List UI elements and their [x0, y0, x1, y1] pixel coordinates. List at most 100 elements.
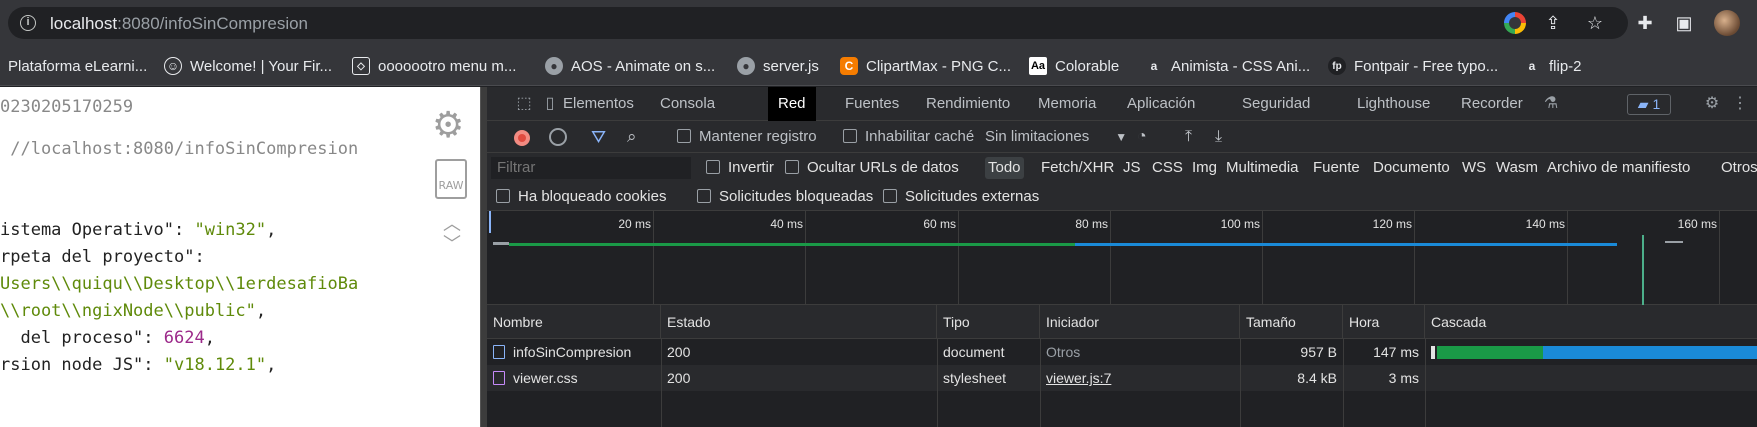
blocked-requests-checkbox[interactable]: Solicitudes bloqueadas: [694, 186, 876, 208]
bookmark-item[interactable]: ● server.js: [737, 46, 819, 86]
col-header-tipo[interactable]: Tipo: [937, 305, 1040, 339]
col-header-tamano[interactable]: Tamaño: [1240, 305, 1343, 339]
preserve-log-checkbox[interactable]: Mantener registro: [677, 126, 817, 148]
tab-fuentes[interactable]: Fuentes: [835, 87, 909, 121]
smiley-icon: ☺: [164, 57, 182, 75]
record-icon[interactable]: [514, 130, 530, 146]
filter-input[interactable]: [491, 157, 691, 179]
checkbox-box: [697, 189, 711, 203]
col-header-nombre[interactable]: Nombre: [487, 305, 661, 339]
load-event-marker: [1642, 235, 1644, 305]
col-header-estado[interactable]: Estado: [661, 305, 937, 339]
flask-icon: ⚗: [1543, 95, 1559, 112]
tick-line: [653, 211, 654, 305]
request-filters-row: Ha bloqueado cookies Solicitudes bloquea…: [487, 183, 1757, 211]
bookmark-item[interactable]: a Animista - CSS Ani...: [1145, 46, 1311, 86]
json-token: istema Operativo":: [0, 220, 195, 240]
share-icon[interactable]: ⇪: [1542, 12, 1564, 34]
bookmark-item[interactable]: ◇ ooooootro menu m...: [352, 46, 516, 86]
filter-type-documento[interactable]: Documento: [1370, 157, 1453, 179]
chat-icon: ▰: [1637, 96, 1649, 112]
waterfall-queue: [1431, 346, 1435, 359]
tab-consola[interactable]: Consola: [650, 87, 725, 121]
bookmark-item[interactable]: a flip-2: [1523, 46, 1582, 86]
tab-aplicacion[interactable]: Aplicación: [1117, 87, 1205, 121]
filter-type-manifest[interactable]: Archivo de manifiesto: [1544, 157, 1693, 179]
sidepanel-icon[interactable]: ▣: [1673, 12, 1695, 34]
inspect-icon[interactable]: ⬚: [513, 93, 535, 115]
bookmark-item[interactable]: ☺ Welcome! | Your Fir...: [164, 46, 332, 86]
tab-rendimiento[interactable]: Rendimiento: [916, 87, 1020, 121]
filter-icon[interactable]: ⛛: [591, 126, 606, 148]
table-row[interactable]: infoSinCompresion 200 document Otros 957…: [487, 339, 1757, 365]
tab-lighthouse[interactable]: Lighthouse: [1347, 87, 1440, 121]
chevron-down-icon[interactable]: ﹀: [440, 235, 464, 253]
filter-type-todo[interactable]: Todo: [985, 157, 1024, 179]
json-token: ,: [204, 328, 215, 348]
download-icon[interactable]: ⤓: [1215, 126, 1222, 148]
network-overview-timeline[interactable]: 20 ms 40 ms 60 ms 80 ms 100 ms 120 ms 14…: [487, 211, 1757, 305]
bookmark-item[interactable]: Aa Colorable: [1029, 46, 1119, 86]
filter-type-fetch[interactable]: Fetch/XHR: [1038, 157, 1117, 179]
chevron-up-icon[interactable]: ︿: [440, 215, 464, 233]
tab-seguridad[interactable]: Seguridad: [1232, 87, 1320, 121]
gear-icon[interactable]: ⚙: [432, 107, 468, 143]
table-row[interactable]: viewer.css 200 stylesheet viewer.js:7 8.…: [487, 365, 1757, 391]
bookmark-item[interactable]: ● AOS - Animate on s...: [545, 46, 715, 86]
tab-elementos[interactable]: Elementos: [553, 87, 644, 121]
avatar[interactable]: [1714, 10, 1740, 36]
tick-line: [1262, 211, 1263, 305]
clear-icon[interactable]: [549, 128, 567, 146]
tab-recorder[interactable]: Recorder: [1451, 87, 1533, 121]
filter-type-fuente[interactable]: Fuente: [1310, 157, 1363, 179]
gear-icon[interactable]: ⚙: [1701, 93, 1723, 115]
upload-icon[interactable]: ⤒: [1185, 126, 1192, 148]
filter-type-js[interactable]: JS: [1120, 157, 1144, 179]
tab-red[interactable]: Red: [768, 87, 816, 121]
bookmark-label: server.js: [763, 57, 819, 75]
column-divider: [937, 339, 938, 427]
url-text[interactable]: localhost:8080/infoSinCompresion: [50, 14, 308, 34]
url-host: localhost: [50, 14, 118, 33]
filter-type-multimedia[interactable]: Multimedia: [1223, 157, 1302, 179]
bookmark-item[interactable]: fp Fontpair - Free typo...: [1328, 46, 1498, 86]
google-icon[interactable]: [1504, 12, 1526, 34]
blocked-cookies-checkbox[interactable]: Ha bloqueado cookies: [493, 186, 669, 208]
filter-type-css[interactable]: CSS: [1149, 157, 1186, 179]
network-conditions-icon[interactable]: ◔: [1137, 126, 1147, 148]
json-token: ,: [266, 355, 277, 375]
extensions-icon[interactable]: ✚: [1634, 12, 1656, 34]
timeline-small-bar: [1665, 241, 1683, 243]
col-header-hora[interactable]: Hora: [1343, 305, 1425, 339]
col-header-iniciador[interactable]: Iniciador: [1040, 305, 1240, 339]
json-token: 6624: [163, 328, 205, 348]
issues-badge[interactable]: ▰ 1: [1627, 94, 1671, 115]
hide-data-urls-checkbox[interactable]: Ocultar URLs de datos: [782, 157, 962, 179]
json-token: Users\\quiqu\\Desktop\\1erdesafioBa: [0, 274, 359, 294]
pane-resizer[interactable]: [480, 87, 487, 427]
search-icon[interactable]: ⌕: [627, 126, 637, 148]
tick-line: [1414, 211, 1415, 305]
bookmark-item[interactable]: Plataforma eLearni...: [8, 46, 147, 86]
third-party-requests-checkbox[interactable]: Solicitudes externas: [880, 186, 1042, 208]
tab-memoria[interactable]: Memoria: [1028, 87, 1106, 121]
raw-button[interactable]: RAW: [435, 159, 467, 199]
cell-initiator-link[interactable]: viewer.js:7: [1040, 365, 1111, 391]
cell-name: viewer.css: [487, 365, 661, 391]
throttling-select[interactable]: Sin limitaciones ▼: [985, 126, 1127, 148]
info-icon[interactable]: i: [20, 15, 36, 31]
request-name: infoSinCompresion: [513, 344, 632, 360]
filter-type-otros[interactable]: Otros: [1718, 157, 1757, 179]
address-bar[interactable]: i localhost:8080/infoSinCompresion: [8, 7, 1628, 39]
tick-label: 100 ms: [1220, 217, 1260, 231]
more-menu-icon[interactable]: ⋮: [1729, 93, 1751, 115]
filter-type-wasm[interactable]: Wasm: [1493, 157, 1541, 179]
invert-checkbox[interactable]: Invertir: [703, 157, 777, 179]
disable-cache-checkbox[interactable]: Inhabilitar caché: [843, 126, 974, 148]
star-icon[interactable]: ☆: [1584, 12, 1606, 34]
filter-type-img[interactable]: Img: [1189, 157, 1220, 179]
col-header-cascada[interactable]: Cascada: [1425, 305, 1757, 339]
bookmark-item[interactable]: C ClipartMax - PNG C...: [840, 46, 1011, 86]
cell-size: 8.4 kB: [1297, 370, 1337, 386]
filter-type-ws[interactable]: WS: [1459, 157, 1489, 179]
